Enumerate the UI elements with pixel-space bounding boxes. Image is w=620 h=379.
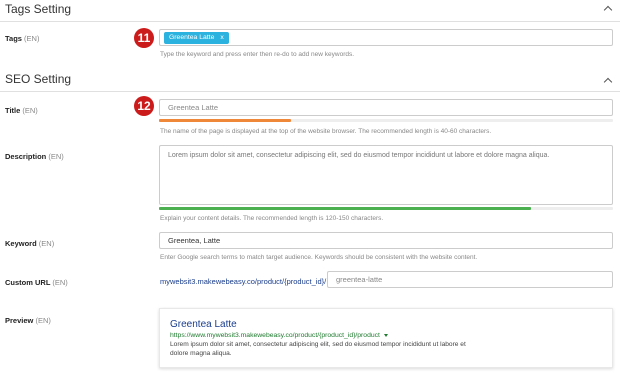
tags-label: Tags (EN) [5, 34, 40, 43]
custom-url-label: Custom URL (EN) [5, 278, 68, 287]
step-badge-11: 11 [134, 28, 154, 48]
seo-setting-title: SEO Setting [5, 72, 72, 86]
tags-setting-header: Tags Setting [0, 0, 620, 22]
seo-setting-header: SEO Setting [0, 70, 620, 92]
preview-title: Greentea Latte [170, 319, 237, 330]
title-input[interactable]: Greentea Latte [159, 99, 613, 116]
description-length-bar [159, 207, 613, 210]
tag-chip: Greentea Latte x [164, 32, 229, 44]
tags-help: Type the keyword and press enter then re… [160, 51, 355, 58]
keyword-input[interactable]: Greentea, Latte [159, 232, 613, 249]
keyword-help: Enter Google search terms to match targe… [160, 254, 478, 261]
tag-label: Greentea Latte [169, 34, 215, 41]
description-length-fill [159, 207, 532, 210]
preview-label: Preview (EN) [5, 316, 51, 325]
search-preview-card: Greentea Latte https://www.mywebsit3.mak… [159, 308, 613, 368]
step-badge-12: 12 [134, 96, 154, 116]
chevron-up-icon[interactable] [604, 76, 612, 84]
title-length-fill [159, 119, 291, 122]
caret-down-icon [383, 333, 388, 337]
title-help: The name of the page is displayed at the… [160, 128, 492, 135]
preview-url: https://www.mywebsit3.makewebeasy.co/pro… [170, 332, 602, 339]
title-label: Title (EN) [5, 106, 38, 115]
tag-remove-icon[interactable]: x [220, 34, 223, 41]
chevron-up-icon[interactable] [604, 4, 612, 12]
keyword-label: Keyword (EN) [5, 239, 55, 248]
description-label: Description (EN) [5, 152, 64, 161]
preview-description: Lorem ipsum dolor sit amet, consectetur … [170, 341, 466, 357]
custom-url-input[interactable]: greentea-latte [327, 271, 613, 288]
custom-url-prefix: mywebsit3.makewebeasy.co/product/{produc… [160, 277, 327, 286]
description-textarea[interactable]: Lorem ipsum dolor sit amet, consectetur … [159, 145, 613, 205]
tags-setting-title: Tags Setting [5, 2, 72, 16]
title-length-bar [159, 119, 613, 122]
description-help: Explain your content details. The recomm… [160, 215, 384, 222]
